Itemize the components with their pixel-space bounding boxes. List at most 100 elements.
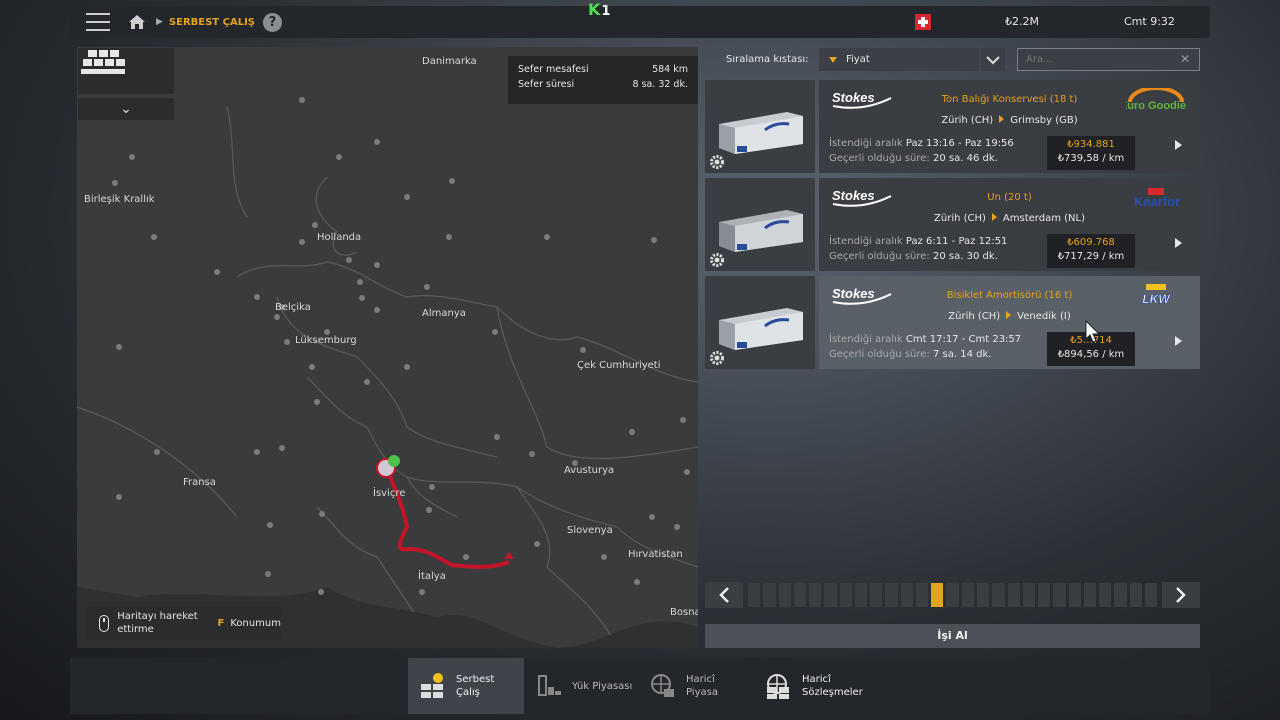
page-indicator[interactable] bbox=[976, 583, 990, 607]
price-box: ₺934.881 ₺739,58 / km bbox=[1047, 136, 1135, 170]
delivery-window: İstendiği aralık Cmt 17:17 - Cmt 23:57 bbox=[829, 334, 1021, 345]
next-page-button[interactable] bbox=[1162, 582, 1200, 608]
breadcrumb[interactable]: SERBEST ÇALIŞ bbox=[169, 17, 255, 28]
job-details[interactable]: Stokes Ton Balığı Konservesi (18 t) Züri… bbox=[819, 80, 1200, 173]
page-indicator[interactable] bbox=[1099, 583, 1112, 607]
page-indicator[interactable] bbox=[809, 583, 822, 607]
chevron-right-icon bbox=[1176, 587, 1186, 603]
tab-label: Yük Piyasası bbox=[572, 680, 633, 692]
sort-dropdown-button[interactable] bbox=[981, 48, 1005, 71]
validity-value: 20 sa. 46 dk. bbox=[933, 153, 998, 164]
tab-serbest-calis[interactable]: Serbest Çalış bbox=[408, 658, 524, 714]
job-card[interactable]: Stokes Ton Balığı Konservesi (18 t) Züri… bbox=[705, 80, 1200, 173]
page-indicators bbox=[743, 582, 1162, 608]
map-label-cek-cumhuriyeti: Çek Cumhuriyeti bbox=[577, 360, 661, 371]
route-from: Zürih (CH) bbox=[941, 115, 994, 126]
home-icon[interactable] bbox=[128, 13, 146, 31]
page-indicator[interactable] bbox=[1114, 583, 1127, 607]
job-pager bbox=[705, 582, 1200, 608]
my-position-button[interactable]: Konumum bbox=[230, 618, 281, 629]
page-indicator[interactable] bbox=[915, 583, 929, 607]
page-indicator[interactable] bbox=[885, 583, 898, 607]
delivery-window-label: İstendiği aralık bbox=[829, 334, 903, 345]
sort-label: Sıralama kıstası: bbox=[726, 54, 809, 65]
job-open-arrow-icon[interactable] bbox=[1175, 336, 1182, 346]
expand-chevron-down-icon[interactable]: ⌄ bbox=[78, 98, 174, 120]
route-to: Venedik (I) bbox=[1017, 311, 1071, 322]
company-logo-kaarfor: Kaarfor bbox=[1124, 186, 1188, 210]
map-label-bosna: Bosna bbox=[670, 607, 698, 618]
clear-search-icon[interactable]: ✕ bbox=[1180, 52, 1190, 66]
page-indicator[interactable] bbox=[854, 583, 868, 607]
previous-page-button[interactable] bbox=[705, 582, 743, 608]
help-button[interactable]: ? bbox=[263, 12, 282, 32]
page-indicator[interactable] bbox=[1129, 583, 1142, 607]
take-job-button[interactable]: İşi Al bbox=[705, 624, 1200, 648]
route-map[interactable]: Danimarka Birleşik Krallık Hollanda Belç… bbox=[77, 47, 698, 648]
job-details[interactable]: Stokes Un (20 t) Zürih (CH) Amsterdam (NL… bbox=[819, 178, 1200, 271]
gear-icon[interactable] bbox=[709, 350, 725, 366]
tab-label: Haricî Sözleşmeler bbox=[802, 674, 863, 698]
sort-select[interactable]: Fiyat bbox=[819, 48, 979, 71]
map-label-almanya: Almanya bbox=[422, 308, 466, 319]
page-indicator[interactable] bbox=[763, 583, 776, 607]
page-indicator[interactable] bbox=[1022, 583, 1036, 607]
tab-label: Haricî Piyasa bbox=[686, 674, 718, 698]
page-indicator[interactable] bbox=[946, 583, 959, 607]
delivery-window-value: Paz 6:11 - Paz 12:51 bbox=[905, 236, 1008, 247]
breadcrumb-arrow-icon: ▶ bbox=[156, 17, 163, 27]
tab-harici-sozlesmeler[interactable]: Haricî Sözleşmeler bbox=[764, 658, 894, 714]
job-card-selected[interactable]: Stokes Bisiklet Amortisörü (16 t) Zürih … bbox=[705, 276, 1200, 369]
page-indicator[interactable] bbox=[1144, 583, 1158, 607]
trailer-thumbnail bbox=[705, 80, 815, 173]
bottom-tab-bar: Serbest Çalış Yük Piyasası Haricî Piyasa… bbox=[70, 658, 1210, 714]
trailer-icon bbox=[719, 112, 803, 154]
page-indicator[interactable] bbox=[1053, 583, 1066, 607]
menu-icon[interactable] bbox=[86, 13, 110, 31]
page-indicator[interactable] bbox=[839, 583, 852, 607]
page-indicator[interactable] bbox=[870, 583, 883, 607]
external-market-globe-icon bbox=[651, 674, 674, 697]
price-box: ₺609.768 ₺717,29 / km bbox=[1047, 234, 1135, 268]
map-label-birlesik-krallik: Birleşik Krallık bbox=[84, 194, 155, 205]
tab-harici-piyasa[interactable]: Haricî Piyasa bbox=[648, 658, 760, 714]
delivery-window-label: İstendiği aralık bbox=[829, 236, 903, 247]
page-indicator[interactable] bbox=[1083, 583, 1097, 607]
company-name: LKW bbox=[1142, 292, 1171, 306]
game-clock: Cmt 9:32 bbox=[1124, 15, 1175, 28]
route: Zürih (CH) Amsterdam (NL) bbox=[819, 213, 1200, 224]
tab-yuk-piyasasi[interactable]: Yük Piyasası bbox=[534, 658, 646, 714]
job-open-arrow-icon[interactable] bbox=[1175, 140, 1182, 150]
validity-value: 20 sa. 30 dk. bbox=[933, 251, 998, 262]
cargo-market-icon bbox=[538, 675, 561, 696]
search-input[interactable] bbox=[1017, 48, 1200, 71]
map-label-italya: İtalya bbox=[418, 571, 446, 582]
map-label-isvicre: İsviçre bbox=[373, 488, 406, 499]
page-indicator[interactable] bbox=[1007, 583, 1020, 607]
page-indicator[interactable] bbox=[961, 583, 974, 607]
cargo-overview-button[interactable] bbox=[78, 48, 174, 94]
gear-icon[interactable] bbox=[709, 252, 725, 268]
validity: Geçerli olduğu süre: 20 sa. 46 dk. bbox=[829, 153, 998, 164]
chevron-down-icon bbox=[986, 55, 1000, 64]
page-indicator[interactable] bbox=[748, 583, 761, 607]
price-per-km: ₺717,29 / km bbox=[1057, 251, 1125, 262]
page-indicator[interactable] bbox=[824, 583, 837, 607]
page-indicator[interactable] bbox=[1038, 583, 1051, 607]
page-indicator[interactable] bbox=[900, 583, 913, 607]
page-indicator[interactable] bbox=[1068, 583, 1081, 607]
gear-icon[interactable] bbox=[709, 154, 725, 170]
delivery-window-label: İstendiği aralık bbox=[829, 138, 903, 149]
money-balance: ₺2.2M bbox=[1005, 15, 1039, 28]
page-indicator[interactable] bbox=[778, 583, 791, 607]
sort-value: Fiyat bbox=[846, 54, 870, 65]
job-details[interactable]: Stokes Bisiklet Amortisörü (16 t) Zürih … bbox=[819, 276, 1200, 369]
job-card[interactable]: Stokes Un (20 t) Zürih (CH) Amsterdam (NL… bbox=[705, 178, 1200, 271]
validity: Geçerli olduğu süre: 20 sa. 30 dk. bbox=[829, 251, 998, 262]
job-open-arrow-icon[interactable] bbox=[1175, 238, 1182, 248]
page-indicator[interactable] bbox=[793, 583, 807, 607]
price-per-km: ₺739,58 / km bbox=[1057, 153, 1125, 164]
map-label-hirvatistan: Hırvatistan bbox=[628, 549, 683, 560]
page-indicator[interactable] bbox=[992, 583, 1005, 607]
page-indicator-active[interactable] bbox=[931, 583, 944, 607]
